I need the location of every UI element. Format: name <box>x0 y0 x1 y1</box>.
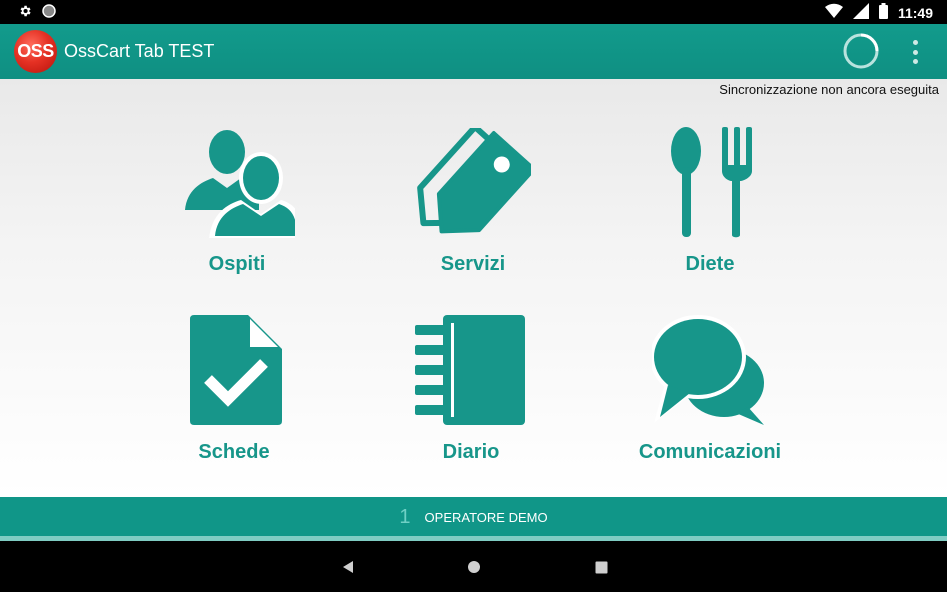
app-title: OssCart Tab TEST <box>64 41 215 61</box>
wifi-icon <box>824 3 843 22</box>
gear-icon <box>18 4 32 23</box>
menu-label: Schede <box>198 441 270 463</box>
menu-tile-diario[interactable]: Diario <box>371 305 571 485</box>
operator-number: 1 <box>399 505 411 528</box>
notebook-icon <box>371 309 571 429</box>
menu-label: Diario <box>442 441 500 463</box>
chat-bubbles-icon <box>610 309 810 429</box>
menu-label: Servizi <box>440 253 506 275</box>
recents-icon[interactable] <box>592 558 610 576</box>
battery-icon <box>878 3 888 22</box>
navigation-bar <box>0 541 947 592</box>
sync-spinner-icon[interactable] <box>842 32 880 70</box>
signal-icon <box>852 3 869 22</box>
fork-spoon-icon <box>610 123 810 243</box>
menu-tile-diete[interactable]: Diete <box>610 117 810 297</box>
checked-document-icon <box>134 309 334 429</box>
sync-status-text: Sincronizzazione non ancora eseguita <box>719 82 939 97</box>
operator-bar: 1 OPERATORE DEMO <box>0 497 947 541</box>
circle-icon <box>42 4 56 23</box>
menu-tile-schede[interactable]: Schede <box>134 305 334 485</box>
menu-tile-servizi[interactable]: Servizi <box>373 117 573 297</box>
operator-name: OPERATORE DEMO <box>424 509 548 525</box>
app-logo: OSS <box>14 30 57 73</box>
menu-tile-comunicazioni[interactable]: Comunicazioni <box>610 305 810 485</box>
menu-label: Ospiti <box>208 253 266 275</box>
overflow-menu-icon[interactable] <box>908 38 922 66</box>
app-bar: OSS OssCart Tab TEST <box>0 24 947 79</box>
users-icon <box>137 123 337 243</box>
menu-tile-ospiti[interactable]: Ospiti <box>137 117 337 297</box>
clock: 11:49 <box>897 4 933 21</box>
status-bar: 11:49 <box>0 0 947 24</box>
tag-icon <box>373 123 573 243</box>
home-icon[interactable] <box>465 558 483 576</box>
menu-label: Diete <box>685 253 735 275</box>
main-content: Sincronizzazione non ancora eseguita Osp… <box>0 79 947 497</box>
back-icon[interactable] <box>339 558 357 576</box>
menu-label: Comunicazioni <box>638 441 782 463</box>
